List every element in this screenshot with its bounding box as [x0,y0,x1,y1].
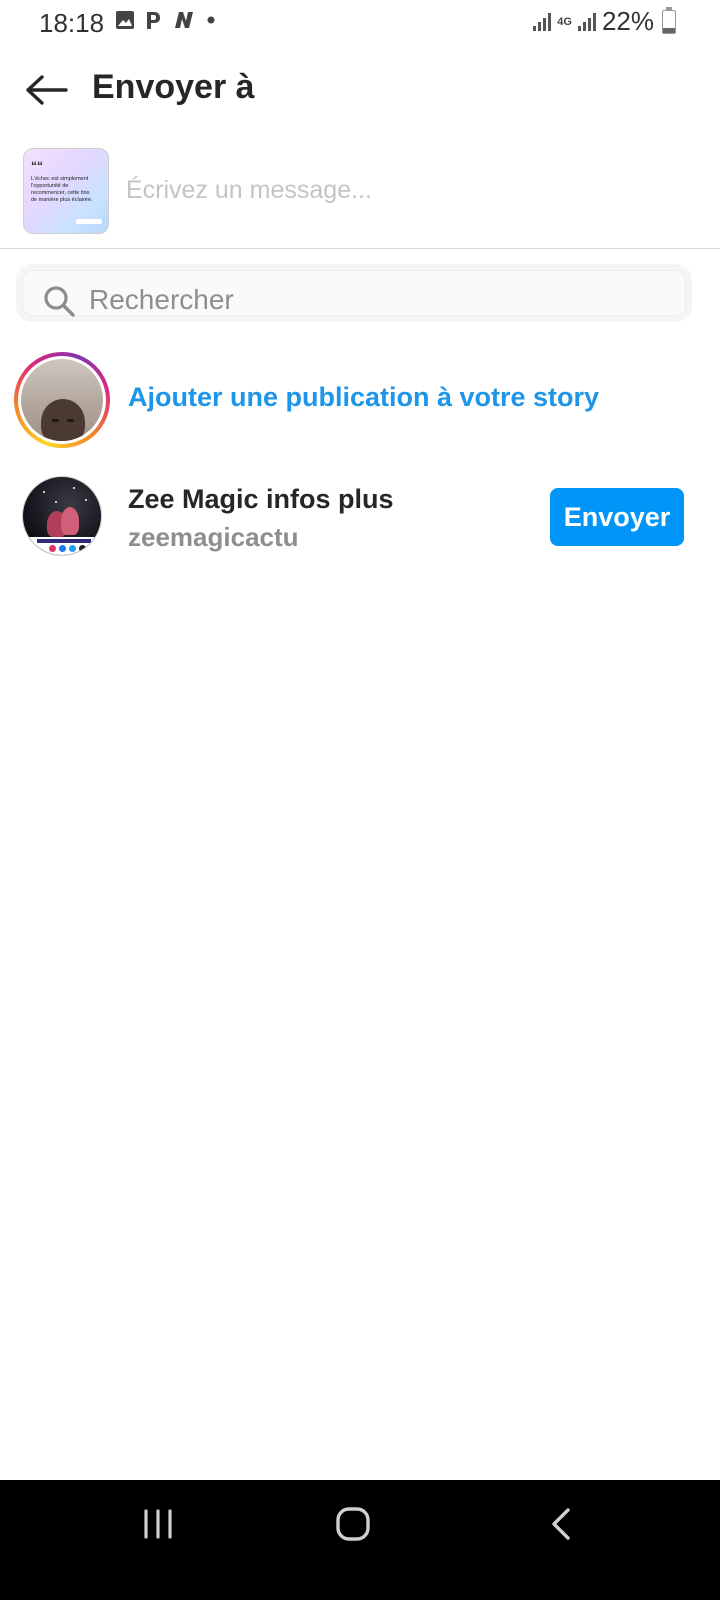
compose-area: ““ L'échec est simplement l'opportunité … [0,148,720,249]
network-type: 4G [557,15,572,28]
search-bar [16,264,692,322]
arrow-left-icon [26,75,68,105]
avatar [22,476,102,556]
signal-icon [533,12,552,31]
system-nav-bar [0,1480,720,1600]
system-back-button[interactable] [501,1480,621,1568]
add-to-story-label[interactable]: Ajouter une publication à votre story [128,382,599,413]
back-chevron-icon [552,1508,570,1540]
story-ring [14,352,110,448]
recents-button[interactable] [98,1480,218,1568]
list-item: Zee Magic infos plus zeemagicactu Envoye… [0,476,720,560]
home-button[interactable] [293,1480,413,1568]
signal-icon-2 [577,12,596,31]
story-avatar [21,359,103,441]
n-app-notification-icon [175,12,193,28]
back-button[interactable] [22,70,70,110]
gallery-notification-icon [116,11,134,29]
battery-percent: 22% [601,6,654,36]
thumbnail-quote-text: L'échec est simplement l'opportunité de … [31,176,93,203]
contact-name: Zee Magic infos plus [128,484,394,514]
quote-mark-icon: ““ [31,159,43,173]
more-notifications-dot-icon [207,16,215,24]
status-bar: 18:18 4G 22% [0,0,720,46]
status-right: 4G 22% [533,6,676,37]
thumbnail-tag [76,219,102,224]
send-button[interactable]: Envoyer [550,488,684,546]
recents-icon [144,1509,172,1539]
add-to-story-row[interactable]: Ajouter une publication à votre story [0,352,720,448]
home-icon [336,1507,370,1541]
search-icon [44,286,75,317]
search-input[interactable] [89,281,649,319]
contact-handle: zeemagicactu [128,522,299,552]
message-input[interactable] [126,170,686,210]
page-title: Envoyer à [92,68,255,106]
battery-icon [662,6,676,34]
pinterest-notification-icon [147,12,160,29]
status-time: 18:18 [39,8,105,38]
battery-fill [663,27,675,33]
search-field[interactable] [22,270,686,319]
notification-icons [116,10,216,30]
post-thumbnail: ““ L'échec est simplement l'opportunité … [23,148,109,234]
header: Envoyer à [0,62,720,118]
